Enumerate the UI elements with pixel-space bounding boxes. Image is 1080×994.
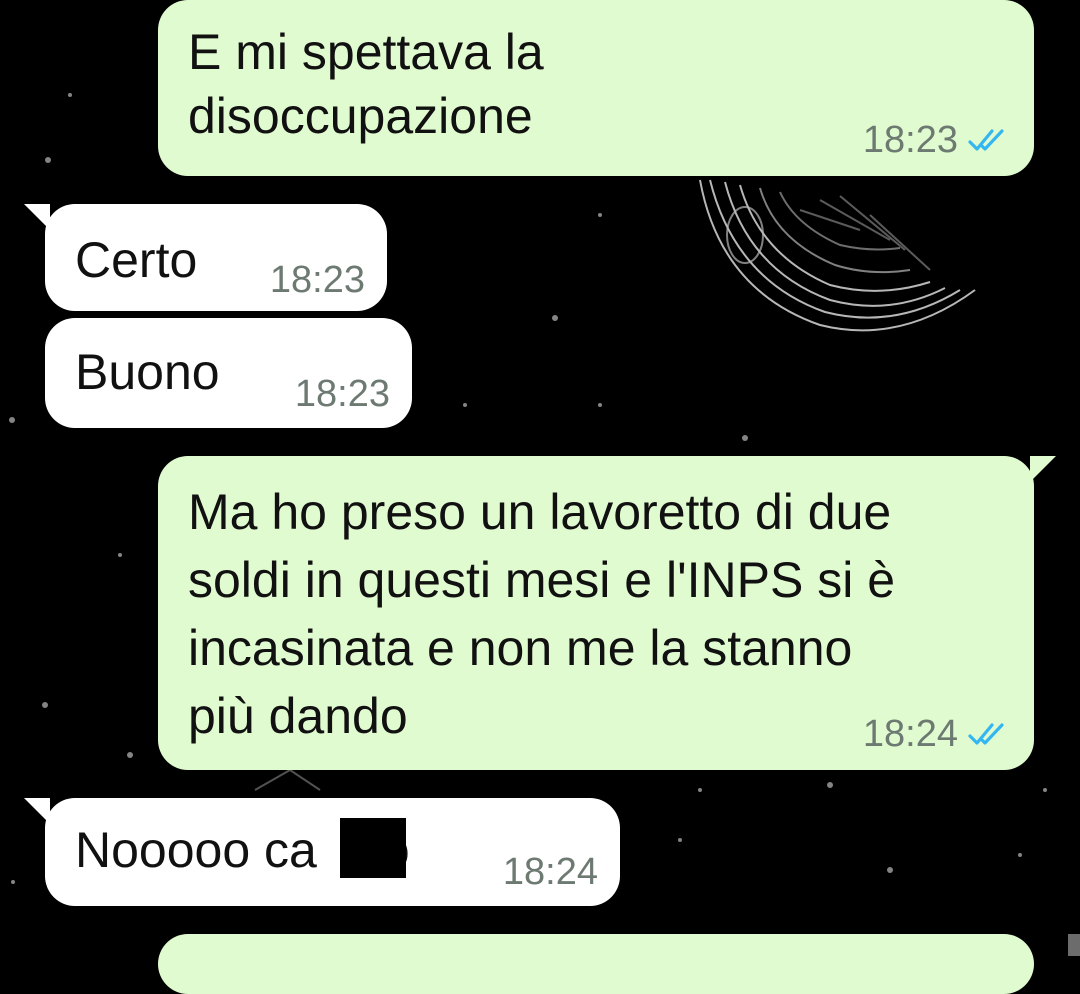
message-time: 18:24 bbox=[502, 851, 598, 893]
message-text: Certo bbox=[75, 232, 198, 288]
double-check-icon bbox=[968, 714, 1008, 754]
message-incoming[interactable]: Nooooo cazo 18:24 bbox=[45, 798, 620, 906]
scrollbar[interactable] bbox=[1068, 934, 1080, 956]
message-outgoing[interactable]: E mi spettava la disoccupazione 18:23 bbox=[158, 0, 1034, 176]
message-time: 18:23 bbox=[294, 373, 390, 415]
redaction-box bbox=[340, 818, 406, 878]
message-meta: 18:23 bbox=[270, 260, 365, 300]
message-time: 18:24 bbox=[862, 713, 958, 755]
message-incoming[interactable]: Certo 18:23 bbox=[45, 204, 387, 311]
message-meta: 18:24 bbox=[863, 714, 1008, 754]
message-outgoing[interactable]: Ma ho preso un lavoretto di due soldi in… bbox=[158, 456, 1034, 770]
message-meta: 18:23 bbox=[295, 374, 390, 414]
double-check-icon bbox=[968, 120, 1008, 160]
message-meta: 18:23 bbox=[863, 120, 1008, 160]
message-outgoing-partial[interactable] bbox=[158, 934, 1034, 994]
message-text: Buono bbox=[75, 344, 220, 400]
message-text: Ma ho preso un lavoretto di due soldi in… bbox=[188, 484, 896, 744]
message-time: 18:23 bbox=[269, 259, 365, 301]
message-meta: 18:24 bbox=[503, 852, 598, 892]
message-text: E mi spettava la disoccupazione bbox=[188, 24, 544, 144]
bubble-tail bbox=[1030, 456, 1056, 482]
message-time: 18:23 bbox=[862, 119, 958, 161]
message-incoming[interactable]: Buono 18:23 bbox=[45, 318, 412, 428]
